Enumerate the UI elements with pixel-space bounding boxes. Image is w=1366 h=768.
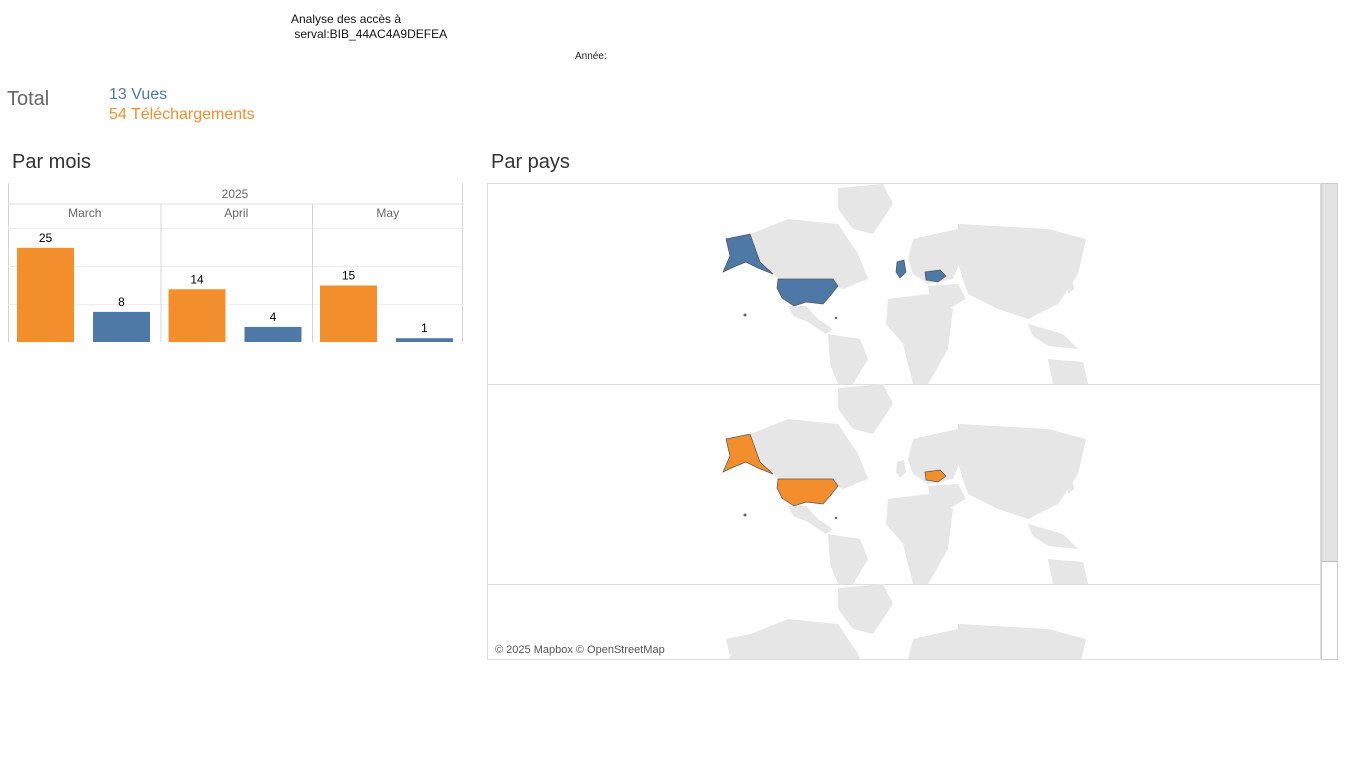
australia-shape — [1048, 359, 1088, 384]
asia-shape — [958, 224, 1086, 319]
year-filter-label: Année: — [575, 51, 607, 62]
south-america-shape — [828, 334, 868, 384]
bar — [17, 247, 74, 342]
hawaii-shape — [743, 513, 747, 517]
uk-shape — [896, 460, 906, 478]
africa-shape — [886, 494, 953, 584]
usa-shape — [776, 478, 839, 507]
monthly-bar-chart: 2025 March 25 8 April 14 4 May 15 1 — [8, 183, 464, 345]
caribbean-shape — [834, 316, 838, 320]
hawaii-shape — [743, 313, 747, 317]
bar — [320, 285, 377, 342]
month-header: April — [224, 206, 248, 220]
month-header: May — [376, 206, 399, 220]
north-america-shape — [738, 619, 860, 659]
map-row[interactable] — [488, 384, 1320, 585]
indonesia-shape — [1028, 324, 1078, 349]
usa-shape — [776, 278, 839, 307]
greenland-shape — [838, 584, 893, 634]
total-label: Total — [7, 88, 50, 110]
asia-shape — [958, 624, 1086, 659]
bar — [168, 289, 226, 342]
map-row[interactable] — [488, 184, 1320, 385]
africa-shape — [886, 294, 953, 384]
caribbean-shape — [834, 516, 838, 520]
greenland-shape — [838, 384, 893, 434]
map-scrollbar-thumb[interactable] — [1322, 184, 1337, 562]
year-header: 2025 — [222, 187, 249, 201]
europe-shape — [908, 629, 963, 659]
country-map-panel[interactable]: © 2025 Mapbox © OpenStreetMap — [487, 183, 1321, 660]
month-header: March — [68, 206, 101, 220]
bar-value-label: 14 — [190, 272, 204, 286]
bar — [396, 338, 453, 342]
world-map — [722, 184, 1088, 384]
central-america-shape — [788, 506, 833, 534]
bar-chart-svg: 2025 March 25 8 April 14 4 May 15 1 — [8, 183, 464, 342]
asia-shape — [958, 424, 1086, 519]
map-scrollbar[interactable] — [1321, 183, 1338, 660]
indonesia-shape — [1028, 524, 1078, 549]
bar — [93, 311, 150, 342]
uk-shape — [895, 259, 907, 279]
bar-value-label: 15 — [342, 269, 356, 283]
bar-value-label: 1 — [421, 321, 428, 335]
page-title: Analyse des accès à serval:BIB_44AC4A9DE… — [291, 12, 448, 41]
south-america-shape — [828, 534, 868, 584]
australia-shape — [1048, 559, 1088, 584]
bar-value-label: 4 — [270, 310, 277, 324]
bar — [244, 326, 302, 342]
map-attribution: © 2025 Mapbox © OpenStreetMap — [495, 644, 665, 656]
downloads-total: 54 Téléchargements — [109, 106, 255, 123]
bar-value-label: 25 — [39, 231, 53, 245]
by-country-title: Par pays — [491, 151, 570, 173]
by-month-title: Par mois — [12, 151, 91, 173]
views-total: 13 Vues — [109, 86, 168, 103]
greenland-shape — [838, 184, 893, 234]
central-america-shape — [788, 306, 833, 334]
bar-value-label: 8 — [118, 295, 125, 309]
world-map — [722, 384, 1088, 584]
